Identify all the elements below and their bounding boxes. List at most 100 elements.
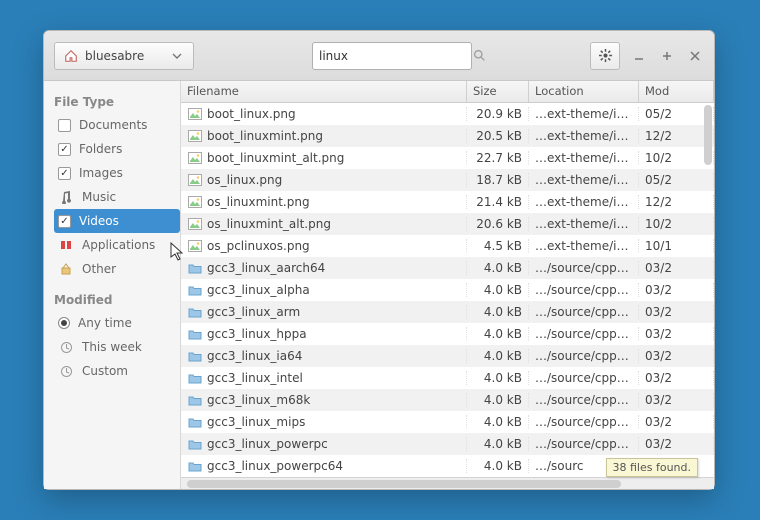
folder-icon [187, 262, 203, 275]
file-name: gcc3_linux_powerpc [207, 437, 328, 451]
gear-icon [597, 48, 613, 63]
table-row[interactable]: gcc3_linux_alpha4.0 kB…/source/cpp_uno03… [181, 279, 714, 301]
checkbox-icon [58, 143, 71, 156]
checkbox-icon [58, 215, 71, 228]
file-name: boot_linux.png [207, 107, 296, 121]
file-size: 4.0 kB [467, 371, 529, 385]
file-name: gcc3_linux_intel [207, 371, 303, 385]
file-name: os_pclinuxos.png [207, 239, 310, 253]
table-row[interactable]: gcc3_linux_m68k4.0 kB…/source/cpp_uno03/… [181, 389, 714, 411]
table-row[interactable]: boot_linux.png20.9 kB…ext-theme/icons05/… [181, 103, 714, 125]
table-row[interactable]: gcc3_linux_hppa4.0 kB…/source/cpp_uno03/… [181, 323, 714, 345]
file-name: gcc3_linux_mips [207, 415, 305, 429]
col-size[interactable]: Size [467, 81, 529, 102]
file-modified: 03/2 [639, 349, 714, 363]
chevron-down-icon [169, 51, 185, 61]
clock-icon [58, 365, 74, 378]
table-row[interactable]: gcc3_linux_arm4.0 kB…/source/cpp_uno03/2 [181, 301, 714, 323]
maximize-button[interactable] [658, 47, 676, 65]
folder-icon [187, 350, 203, 363]
search-field[interactable] [312, 42, 472, 70]
file-modified: 03/2 [639, 437, 714, 451]
sidebar-item-videos[interactable]: Videos [54, 209, 180, 233]
sidebar-heading-modified: Modified [54, 293, 180, 307]
folder-icon [187, 328, 203, 341]
folder-icon [187, 372, 203, 385]
close-button[interactable] [686, 47, 704, 65]
sidebar-item-label: Music [82, 190, 116, 204]
table-row[interactable]: os_linuxmint_alt.png20.6 kB…ext-theme/ic… [181, 213, 714, 235]
file-location: …/source/cpp_uno [529, 283, 639, 297]
modified-option-this-week[interactable]: This week [54, 335, 180, 359]
horizontal-scrollbar[interactable] [181, 477, 714, 489]
toolbar: bluesabre [44, 31, 714, 81]
table-row[interactable]: gcc3_linux_powerpc 4.0 kB…/source/cpp_uno… [181, 433, 714, 455]
table-row[interactable]: os_linux.png18.7 kB…ext-theme/icons05/2 [181, 169, 714, 191]
file-name: gcc3_linux_arm [207, 305, 300, 319]
file-location: …/source/cpp_uno [529, 305, 639, 319]
table-row[interactable]: os_linuxmint.png21.4 kB…ext-theme/icons1… [181, 191, 714, 213]
minimize-button[interactable] [630, 47, 648, 65]
modified-option-custom[interactable]: Custom [54, 359, 180, 383]
path-label: bluesabre [85, 49, 144, 63]
sidebar-item-images[interactable]: Images [54, 161, 180, 185]
modified-option-any-time[interactable]: Any time [54, 311, 180, 335]
modified-option-label: Any time [78, 316, 132, 330]
file-modified: 03/2 [639, 261, 714, 275]
table-row[interactable]: gcc3_linux_aarch644.0 kB…/source/cpp_uno… [181, 257, 714, 279]
image-file-icon [187, 174, 203, 187]
file-location: …/source/cpp_uno [529, 415, 639, 429]
file-size: 22.7 kB [467, 151, 529, 165]
sidebar-item-other[interactable]: Other [54, 257, 180, 281]
image-file-icon [187, 240, 203, 253]
image-file-icon [187, 130, 203, 143]
sidebar: File Type DocumentsFoldersImagesMusicVid… [44, 81, 180, 489]
sidebar-item-applications[interactable]: Applications [54, 233, 180, 257]
folder-icon [187, 416, 203, 429]
image-file-icon [187, 152, 203, 165]
sidebar-item-label: Folders [79, 142, 122, 156]
table-row[interactable]: os_pclinuxos.png4.5 kB…ext-theme/icons10… [181, 235, 714, 257]
folder-icon [187, 306, 203, 319]
file-size: 4.0 kB [467, 305, 529, 319]
table-row[interactable]: boot_linuxmint_alt.png22.7 kB…ext-theme/… [181, 147, 714, 169]
table-row[interactable]: gcc3_linux_ia644.0 kB…/source/cpp_uno03/… [181, 345, 714, 367]
file-name: os_linuxmint.png [207, 195, 310, 209]
file-modified: 05/2 [639, 173, 714, 187]
modified-option-label: Custom [82, 364, 128, 378]
path-selector[interactable]: bluesabre [54, 42, 194, 70]
results-table: Filename Size Location Mod boot_linux.pn… [180, 81, 714, 489]
file-location: …/source/cpp_uno [529, 393, 639, 407]
sidebar-item-music[interactable]: Music [54, 185, 180, 209]
file-modified: 03/2 [639, 327, 714, 341]
file-location: …ext-theme/icons [529, 239, 639, 253]
file-size: 4.0 kB [467, 437, 529, 451]
table-row[interactable]: boot_linuxmint.png20.5 kB…ext-theme/icon… [181, 125, 714, 147]
file-location: …/source/cpp_uno [529, 437, 639, 451]
table-row[interactable]: gcc3_linux_intel4.0 kB…/source/cpp_uno03… [181, 367, 714, 389]
search-input[interactable] [319, 49, 469, 63]
sidebar-item-folders[interactable]: Folders [54, 137, 180, 161]
file-location: …ext-theme/icons [529, 173, 639, 187]
table-row[interactable]: gcc3_linux_mips4.0 kB…/source/cpp_uno03/… [181, 411, 714, 433]
file-location: …/source/cpp_uno [529, 349, 639, 363]
file-name: gcc3_linux_aarch64 [207, 261, 325, 275]
file-size: 4.0 kB [467, 415, 529, 429]
file-name: gcc3_linux_ia64 [207, 349, 302, 363]
file-location: …/source/cpp_uno [529, 371, 639, 385]
file-size: 4.0 kB [467, 459, 529, 473]
sidebar-item-documents[interactable]: Documents [54, 113, 180, 137]
file-name: gcc3_linux_powerpc64 [207, 459, 343, 473]
col-location[interactable]: Location [529, 81, 639, 102]
settings-button[interactable] [590, 42, 620, 70]
app-window: bluesabre [43, 30, 715, 490]
applications-icon [58, 238, 74, 252]
file-name: boot_linuxmint_alt.png [207, 151, 344, 165]
col-modified[interactable]: Mod [639, 81, 714, 102]
image-file-icon [187, 108, 203, 121]
col-filename[interactable]: Filename [181, 81, 467, 102]
modified-option-label: This week [82, 340, 142, 354]
vertical-scrollbar[interactable] [704, 105, 712, 475]
file-location: …ext-theme/icons [529, 129, 639, 143]
file-size: 4.0 kB [467, 283, 529, 297]
